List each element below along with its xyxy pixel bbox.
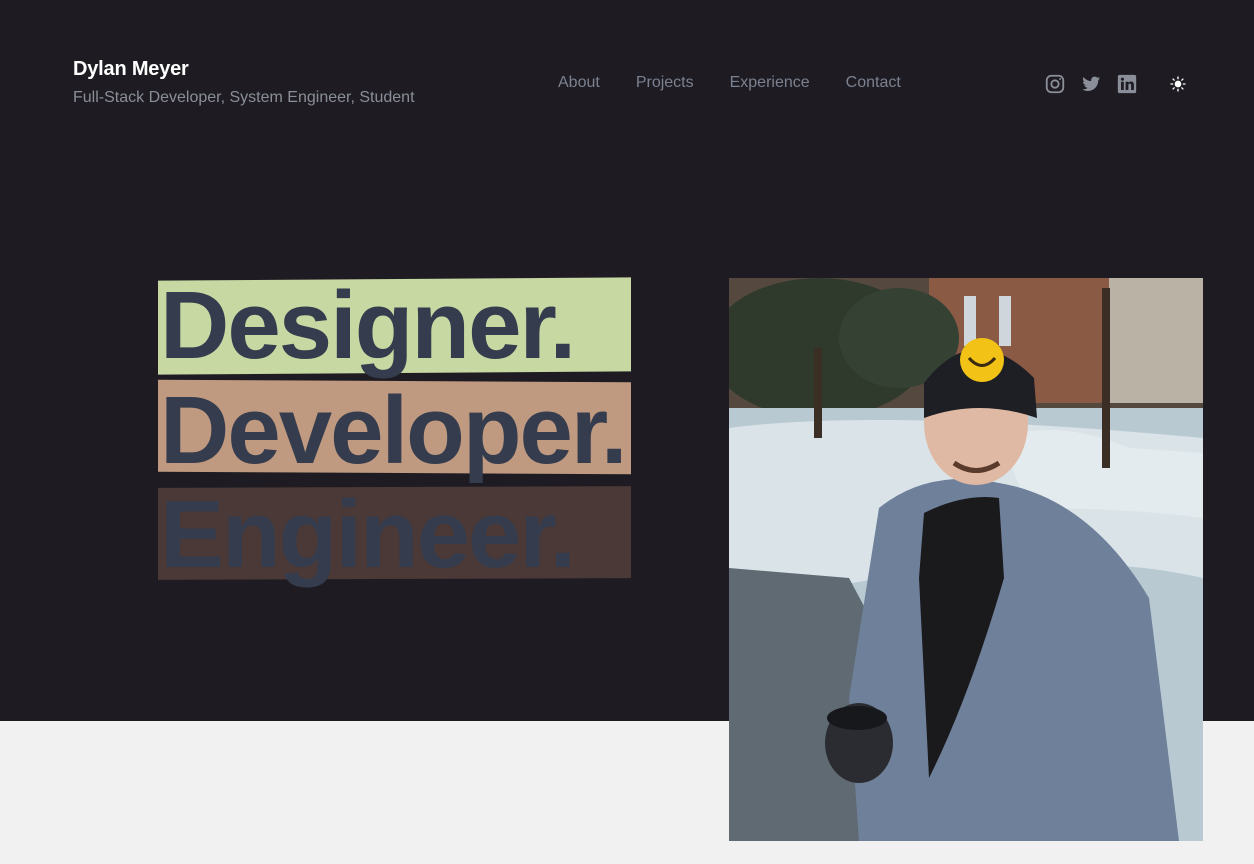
social-links <box>1043 72 1189 96</box>
site-tagline: Full-Stack Developer, System Engineer, S… <box>73 89 415 106</box>
nav-projects[interactable]: Projects <box>636 74 694 92</box>
linkedin-icon[interactable] <box>1115 72 1139 96</box>
sun-icon[interactable] <box>1167 73 1189 95</box>
profile-photo <box>729 278 1203 841</box>
twitter-icon[interactable] <box>1079 72 1103 96</box>
hero-word-developer: Developer. <box>160 377 628 484</box>
site-name[interactable]: Dylan Meyer <box>73 58 189 81</box>
hero-word-designer: Designer. <box>160 272 576 379</box>
nav-contact[interactable]: Contact <box>846 74 901 92</box>
instagram-icon[interactable] <box>1043 72 1067 96</box>
nav-about[interactable]: About <box>558 74 600 92</box>
hero-word-engineer: Engineer. <box>160 481 576 588</box>
main-nav: About Projects Experience Contact <box>558 74 937 92</box>
nav-experience[interactable]: Experience <box>730 74 810 92</box>
